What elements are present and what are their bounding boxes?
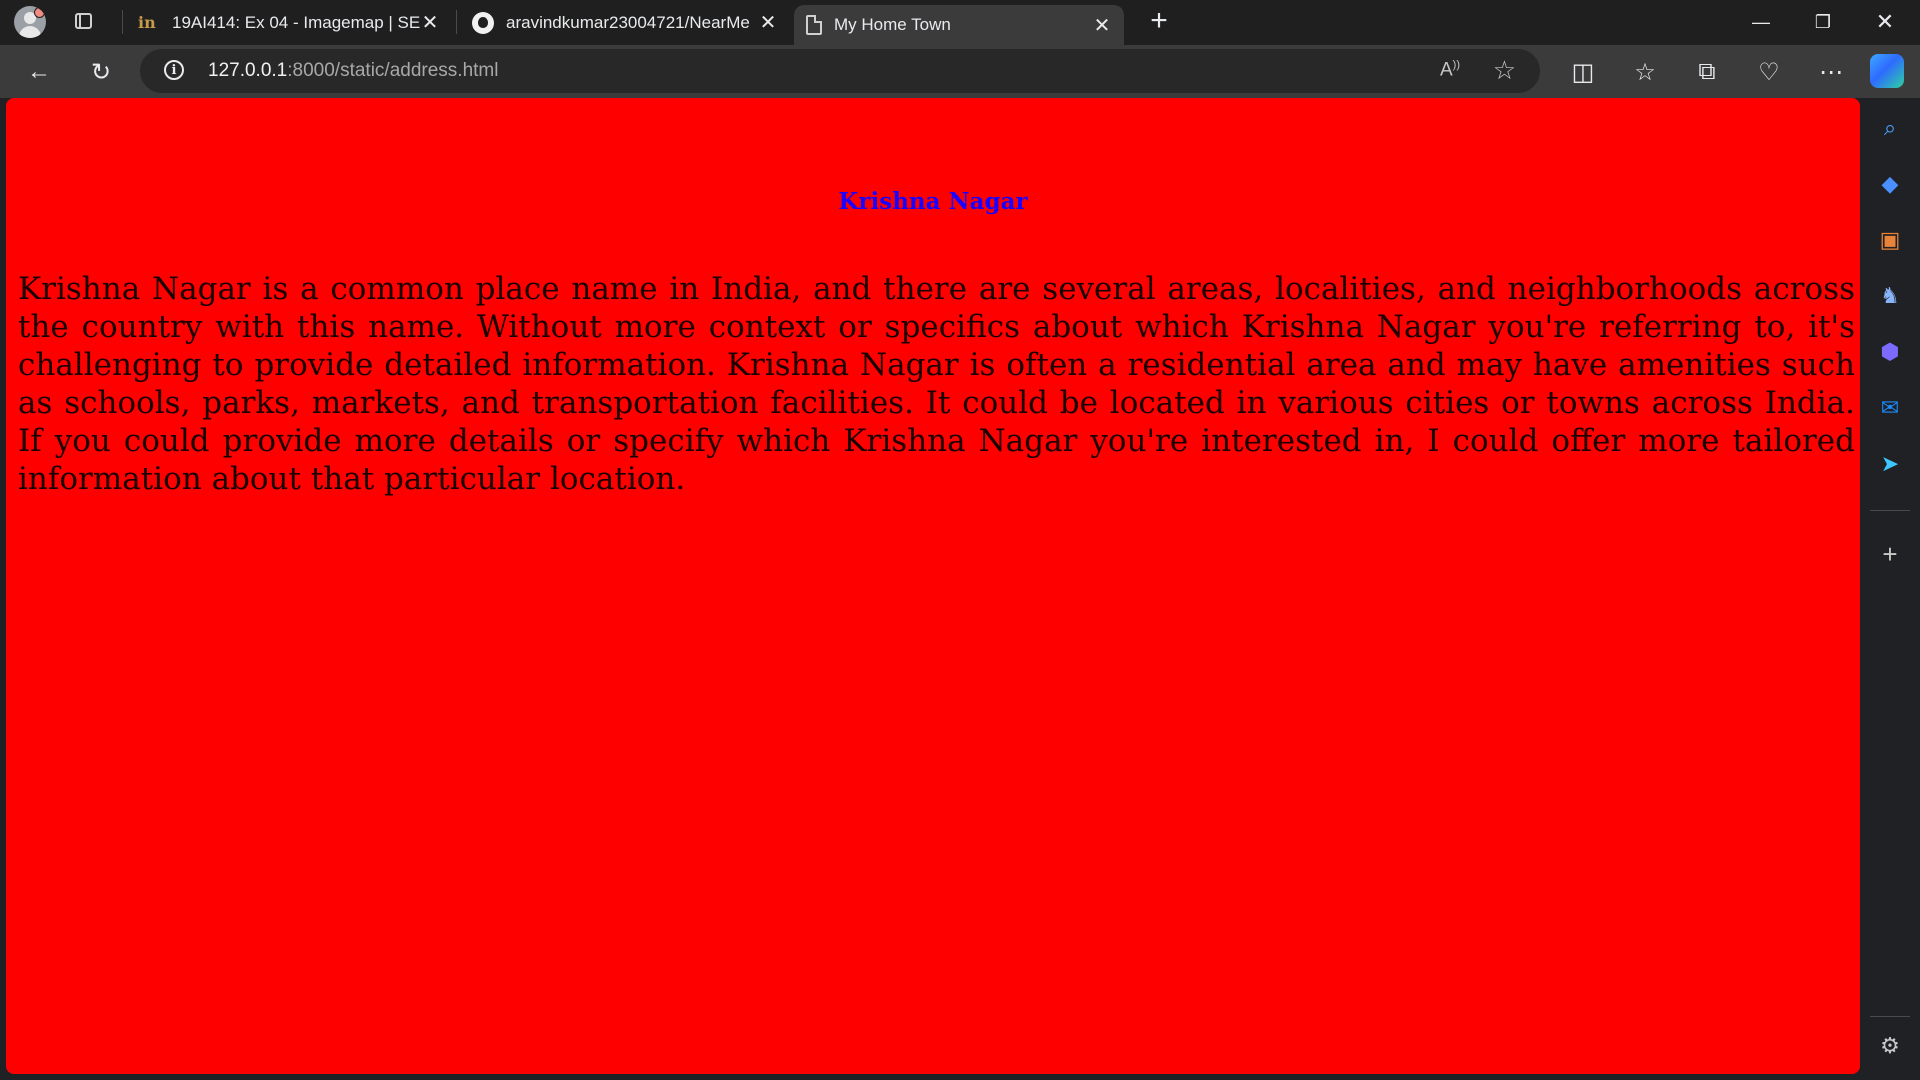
back-button[interactable]: ← xyxy=(22,55,56,89)
microsoft-365-icon[interactable]: ⬢ xyxy=(1876,338,1904,366)
split-screen-icon[interactable]: ◫ xyxy=(1566,55,1600,89)
copilot-icon[interactable] xyxy=(1870,54,1904,88)
github-icon xyxy=(472,11,494,34)
tab-strip: in 19AI414: Ex 04 - Imagemap | SEC ✕ ara… xyxy=(0,0,1920,45)
tab-my-home-town[interactable]: My Home Town ✕ xyxy=(794,5,1124,45)
close-window-button[interactable]: ✕ xyxy=(1854,0,1916,44)
edge-sidebar: ⌕ ◆ ▣ ♞ ⬢ ✉ ➤ + ⚙ xyxy=(1860,98,1920,1080)
favorite-star-icon[interactable]: ☆ xyxy=(1493,55,1516,86)
browser-essentials-icon[interactable]: ♡ xyxy=(1752,55,1786,89)
more-menu-icon[interactable]: ⋯ xyxy=(1814,55,1848,89)
favorites-icon[interactable]: ☆ xyxy=(1628,55,1662,89)
tab-divider xyxy=(456,10,457,34)
tab-title: aravindkumar23004721/NearMe xyxy=(506,12,750,32)
new-tab-button[interactable]: + xyxy=(1144,6,1174,36)
outlook-icon[interactable]: ✉ xyxy=(1876,394,1904,422)
tab-actions-icon[interactable] xyxy=(72,10,96,34)
tab-imagemap[interactable]: in 19AI414: Ex 04 - Imagemap | SEC ✕ xyxy=(126,4,452,41)
site-info-icon[interactable]: i xyxy=(164,60,184,80)
tab-github[interactable]: aravindkumar23004721/NearMe ✕ xyxy=(460,4,790,41)
refresh-button[interactable]: ↻ xyxy=(84,55,118,89)
tab-title: 19AI414: Ex 04 - Imagemap | SEC xyxy=(172,12,420,32)
tab-divider xyxy=(122,10,123,34)
read-aloud-icon[interactable]: A)) xyxy=(1440,59,1460,81)
sidebar-divider xyxy=(1870,1016,1910,1017)
close-icon[interactable]: ✕ xyxy=(420,12,440,34)
restore-button[interactable]: ❐ xyxy=(1792,0,1854,44)
settings-gear-icon[interactable]: ⚙ xyxy=(1876,1032,1904,1060)
page-viewport: Krishna Nagar Krishna Nagar is a common … xyxy=(6,98,1860,1074)
tab-title: My Home Town xyxy=(834,15,951,34)
document-icon xyxy=(806,15,822,35)
close-icon[interactable]: ✕ xyxy=(758,12,778,34)
add-icon[interactable]: + xyxy=(1876,539,1904,569)
in-icon: in xyxy=(138,13,156,32)
address-bar[interactable]: i 127.0.0.1:8000/static/address.html A))… xyxy=(140,49,1540,93)
shopping-tag-icon[interactable]: ◆ xyxy=(1876,170,1904,198)
url-text[interactable]: 127.0.0.1:8000/static/address.html xyxy=(208,60,498,82)
drop-icon[interactable]: ➤ xyxy=(1876,450,1904,478)
games-icon[interactable]: ♞ xyxy=(1876,282,1904,310)
page-paragraph: Krishna Nagar is a common place name in … xyxy=(18,271,1855,497)
search-icon[interactable]: ⌕ xyxy=(1876,114,1904,142)
tools-icon[interactable]: ▣ xyxy=(1876,226,1904,254)
browser-toolbar: ← ↻ i 127.0.0.1:8000/static/address.html… xyxy=(0,45,1920,98)
minimize-button[interactable]: — xyxy=(1730,0,1792,44)
profile-avatar-icon[interactable] xyxy=(14,6,46,38)
collections-icon[interactable]: ⧉ xyxy=(1690,55,1724,89)
close-icon[interactable]: ✕ xyxy=(1092,15,1112,37)
sidebar-divider xyxy=(1870,510,1910,511)
page-heading: Krishna Nagar xyxy=(838,188,1028,215)
